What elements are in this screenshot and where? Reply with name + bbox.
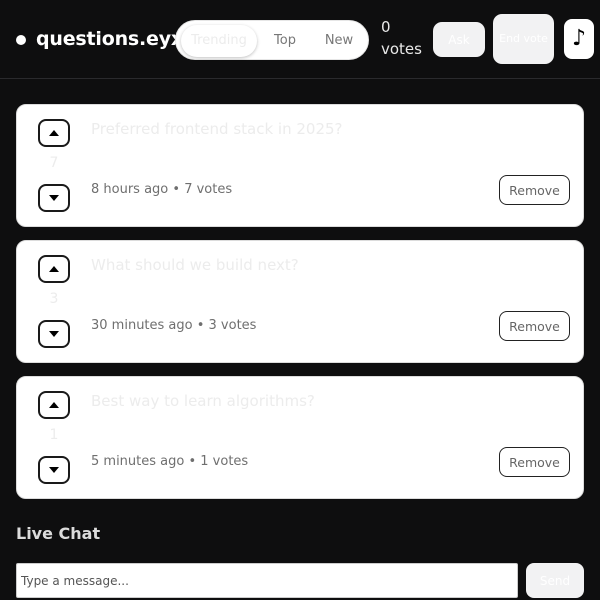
upvote-button[interactable] bbox=[38, 119, 70, 147]
remove-button[interactable]: Remove bbox=[499, 175, 570, 205]
question-card: 7 Preferred frontend stack in 2025? 8 ho… bbox=[16, 104, 584, 227]
chevron-down-icon bbox=[49, 195, 59, 201]
question-meta: 5 minutes ago • 1 votes bbox=[91, 454, 249, 469]
brand-title: questions.eyx bbox=[36, 28, 183, 50]
chevron-up-icon bbox=[49, 130, 59, 136]
chevron-up-icon bbox=[49, 402, 59, 408]
chevron-up-icon bbox=[49, 266, 59, 272]
status-dot-icon bbox=[16, 35, 26, 45]
upvote-button[interactable] bbox=[38, 391, 70, 419]
vote-score: 7 bbox=[49, 155, 59, 171]
tab-trending[interactable]: Trending bbox=[181, 25, 257, 57]
chevron-down-icon bbox=[49, 331, 59, 337]
question-title: What should we build next? bbox=[91, 256, 299, 274]
tab-new[interactable]: New bbox=[314, 25, 364, 57]
votes-label: votes bbox=[381, 40, 422, 58]
question-title: Best way to learn algorithms? bbox=[91, 392, 315, 410]
tab-top[interactable]: Top bbox=[258, 25, 312, 57]
end-vote-button[interactable]: End vote bbox=[493, 14, 554, 64]
sort-tabs: Trending Top New bbox=[175, 20, 369, 60]
downvote-button[interactable] bbox=[38, 184, 70, 212]
question-card: 3 What should we build next? 30 minutes … bbox=[16, 240, 584, 363]
question-meta: 8 hours ago • 7 votes bbox=[91, 182, 233, 197]
vote-score: 1 bbox=[49, 427, 59, 443]
ask-button[interactable]: Ask bbox=[433, 22, 485, 57]
music-note-icon[interactable]: ♪ bbox=[564, 19, 594, 59]
remove-button[interactable]: Remove bbox=[499, 311, 570, 341]
chevron-down-icon bbox=[49, 467, 59, 473]
downvote-button[interactable] bbox=[38, 456, 70, 484]
live-chat-heading: Live Chat bbox=[16, 524, 101, 543]
question-title: Preferred frontend stack in 2025? bbox=[91, 120, 343, 138]
header-bar: questions.eyx Trending Top New 0 votes A… bbox=[0, 0, 600, 79]
chat-message-input[interactable] bbox=[16, 563, 518, 598]
question-meta: 30 minutes ago • 3 votes bbox=[91, 318, 257, 333]
downvote-button[interactable] bbox=[38, 320, 70, 348]
vote-score: 3 bbox=[49, 291, 59, 307]
upvote-button[interactable] bbox=[38, 255, 70, 283]
question-card: 1 Best way to learn algorithms? 5 minute… bbox=[16, 376, 584, 499]
remove-button[interactable]: Remove bbox=[499, 447, 570, 477]
send-button[interactable]: Send bbox=[526, 563, 584, 598]
votes-count: 0 bbox=[381, 18, 391, 36]
